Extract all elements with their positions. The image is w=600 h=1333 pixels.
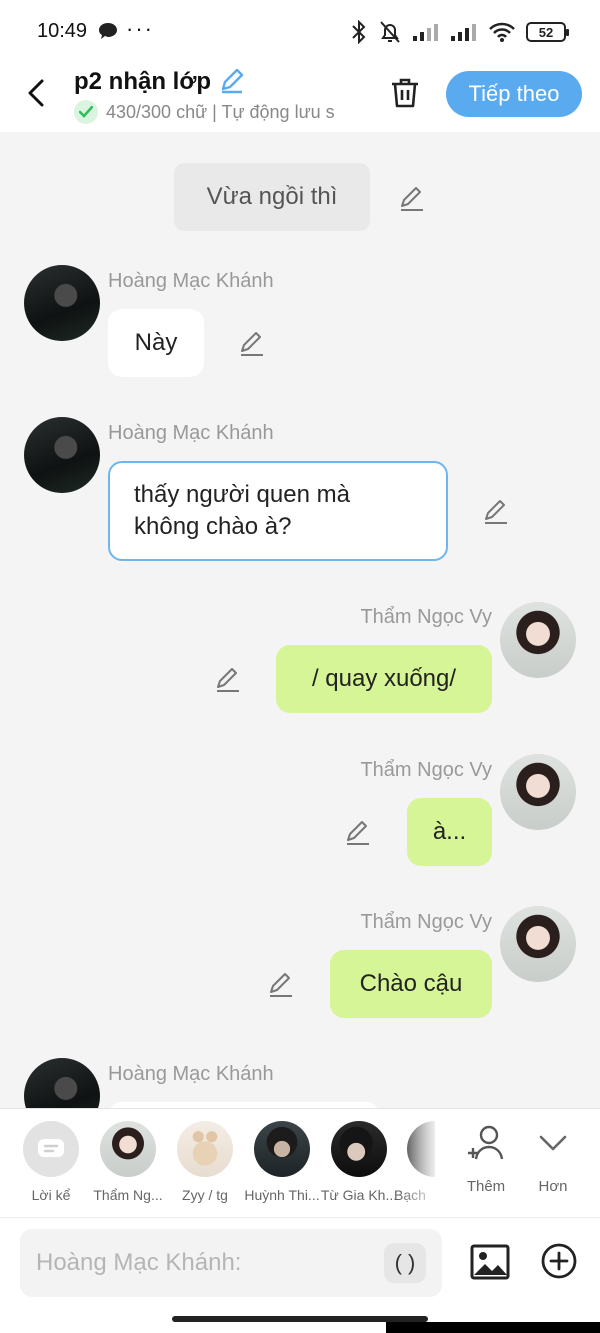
edit-pencil-icon[interactable] [398, 184, 426, 212]
message-bubble[interactable]: Này [108, 309, 204, 377]
message-bubble[interactable]: Chào cậu [330, 950, 492, 1018]
avatar[interactable] [24, 417, 100, 493]
composer-panel: Lời kể Thẩm Ng... Zyy / tg Huỳnh Thi... … [0, 1108, 600, 1333]
edit-pencil-icon[interactable] [482, 497, 510, 525]
message-input[interactable] [36, 1243, 376, 1283]
editor-header: p2 nhận lớp 430/300 chữ | Tự động lưu s … [0, 62, 600, 132]
delete-button[interactable] [386, 74, 424, 112]
wifi-icon [489, 22, 515, 42]
check-icon [74, 100, 98, 124]
character-strip[interactable]: Lời kể Thẩm Ng... Zyy / tg Huỳnh Thi... … [0, 1109, 600, 1217]
more-label: Hơn [538, 1178, 568, 1195]
chat-area[interactable]: Vừa ngồi thì Hoàng Mạc Khánh Này Hoàng M… [0, 132, 600, 1108]
sender-name: Thẩm Ngọc Vy [360, 911, 492, 933]
edit-pencil-icon[interactable] [344, 818, 372, 846]
message-bubble[interactable]: / quay xuống/ [276, 645, 492, 713]
action-brackets-button[interactable]: ( ) [384, 1243, 426, 1283]
sender-name: Hoàng Mạc Khánh [108, 270, 274, 292]
signal-icon [413, 24, 438, 41]
add-user-icon [468, 1125, 504, 1160]
message-line: không chào à? [134, 513, 292, 540]
edit-title-icon[interactable] [218, 66, 246, 94]
next-button[interactable]: Tiếp theo [446, 71, 582, 117]
character-narrator[interactable]: Lời kể [12, 1121, 90, 1203]
character-name: Zyy / tg [182, 1187, 228, 1203]
avatar[interactable] [500, 602, 576, 678]
message-line: thấy người quen mà [134, 481, 350, 508]
avatar[interactable] [24, 265, 100, 341]
sender-name: Hoàng Mạc Khánh [108, 422, 274, 444]
character-item[interactable]: Thẩm Ng... [89, 1121, 167, 1203]
sender-name: Hoàng Mạc Khánh [108, 1063, 274, 1085]
narration-bubble[interactable]: Vừa ngồi thì [174, 163, 370, 231]
status-icons: 52 [350, 18, 569, 46]
edit-pencil-icon[interactable] [238, 329, 266, 357]
word-count-status: 430/300 chữ | Tự động lưu s [74, 100, 364, 124]
input-row: ( ) [0, 1217, 600, 1307]
avatar [331, 1121, 387, 1177]
sender-name: Thẩm Ngọc Vy [360, 606, 492, 628]
plus-icon[interactable] [540, 1242, 578, 1280]
chevron-down-icon [539, 1135, 567, 1151]
character-item[interactable]: Huỳnh Thi... [243, 1121, 321, 1203]
message-bubble-selected[interactable]: thấy người quen mà không chào à? [108, 461, 448, 561]
status-time: 10:49 [37, 20, 88, 42]
avatar[interactable] [500, 754, 576, 830]
edit-pencil-icon[interactable] [214, 665, 242, 693]
chat-bubble-icon [99, 23, 117, 39]
page-title: p2 nhận lớp [74, 68, 212, 95]
avatar [100, 1121, 156, 1177]
nav-edge [386, 1322, 600, 1333]
image-icon[interactable] [470, 1242, 510, 1282]
strip-fade [400, 1109, 450, 1217]
message-input-box[interactable]: ( ) [20, 1229, 442, 1297]
character-name: Lời kể [31, 1187, 71, 1203]
more-button[interactable]: Hơn [521, 1123, 585, 1195]
battery-icon: 52 [526, 22, 569, 42]
add-label: Thêm [466, 1178, 506, 1195]
chevron-left-icon [28, 79, 44, 107]
avatar [254, 1121, 310, 1177]
trash-icon [392, 78, 418, 108]
character-name: Thẩm Ng... [93, 1187, 163, 1203]
character-item[interactable]: Zyy / tg [166, 1121, 244, 1203]
add-character-button[interactable]: Thêm [454, 1123, 518, 1195]
character-name: Huỳnh Thi... [244, 1187, 320, 1203]
silent-bell-icon [380, 21, 400, 43]
status-more-dots: ··· [126, 16, 154, 41]
narration-icon [23, 1121, 79, 1177]
avatar[interactable] [24, 1058, 100, 1108]
word-count-text: 430/300 chữ | Tự động lưu s [106, 101, 335, 122]
sender-name: Thẩm Ngọc Vy [360, 759, 492, 781]
edit-pencil-icon[interactable] [267, 970, 295, 998]
avatar [177, 1121, 233, 1177]
back-button[interactable] [20, 76, 52, 110]
bluetooth-icon [352, 20, 366, 44]
signal-icon [451, 24, 476, 41]
message-bubble[interactable]: à... [407, 798, 492, 866]
avatar[interactable] [500, 906, 576, 982]
status-bar: 10:49 ··· 52 [0, 0, 600, 62]
